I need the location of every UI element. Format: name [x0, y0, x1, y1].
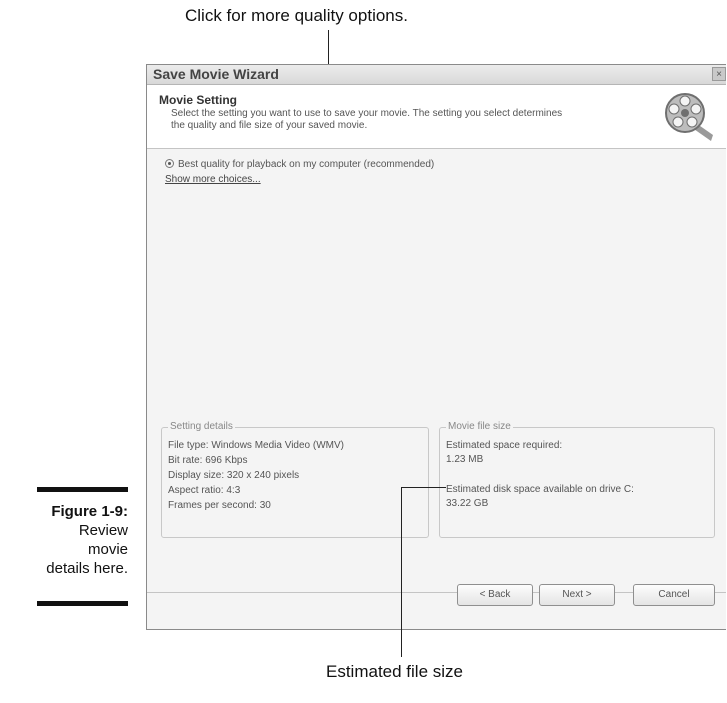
figure-caption: Figure 1-9: Review movie details here.	[0, 502, 128, 578]
radio-icon	[165, 159, 174, 168]
cancel-button[interactable]: Cancel	[633, 584, 715, 606]
bit-rate-line: Bit rate: 696 Kbps	[168, 455, 248, 466]
figure-rule-top	[37, 487, 128, 492]
setting-details-legend: Setting details	[168, 421, 235, 432]
callout-leader-vertical-bottom	[401, 487, 402, 657]
file-type-line: File type: Windows Media Video (WMV)	[168, 440, 344, 451]
movie-file-size-legend: Movie file size	[446, 421, 513, 432]
movie-file-size-group: Movie file size Estimated space required…	[439, 421, 715, 538]
header-description: Select the setting you want to use to sa…	[171, 108, 563, 131]
estimated-space-label: Estimated space required:	[446, 440, 563, 451]
back-button[interactable]: < Back	[457, 584, 533, 606]
caption-line: details here.	[46, 560, 128, 577]
disk-space-label: Estimated disk space available on drive …	[446, 484, 634, 495]
figure-rule-bottom	[37, 601, 128, 606]
wizard-header: Movie Setting Select the setting you wan…	[147, 85, 726, 149]
header-title: Movie Setting	[159, 93, 238, 107]
figure-number: Figure 1-9:	[51, 503, 128, 520]
callout-leader-horizontal-bottom	[401, 487, 446, 488]
disk-space-value: 33.22 GB	[446, 498, 489, 509]
callout-estimated-file-size: Estimated file size	[326, 662, 463, 681]
film-reel-icon	[665, 93, 713, 141]
caption-line: movie	[87, 541, 128, 558]
quality-option-label: Best quality for playback on my computer…	[178, 159, 435, 170]
display-size-line: Display size: 320 x 240 pixels	[168, 470, 300, 481]
close-icon[interactable]: ×	[712, 67, 726, 81]
next-button[interactable]: Next >	[539, 584, 615, 606]
window-title: Save Movie Wizard	[153, 66, 279, 82]
frames-per-second-line: Frames per second: 30	[168, 500, 271, 511]
callout-quality-options: Click for more quality options.	[185, 6, 408, 25]
estimated-space-value: 1.23 MB	[446, 454, 484, 465]
quality-option-radio[interactable]: Best quality for playback on my computer…	[165, 159, 434, 170]
aspect-ratio-line: Aspect ratio: 4:3	[168, 485, 241, 496]
setting-details-group: Setting details File type: Windows Media…	[161, 421, 429, 538]
caption-line: Review	[78, 522, 128, 539]
save-movie-wizard-window: Save Movie Wizard × Movie Setting Select…	[146, 64, 726, 630]
show-more-choices-link[interactable]: Show more choices...	[165, 174, 261, 185]
title-bar: Save Movie Wizard ×	[147, 65, 726, 85]
